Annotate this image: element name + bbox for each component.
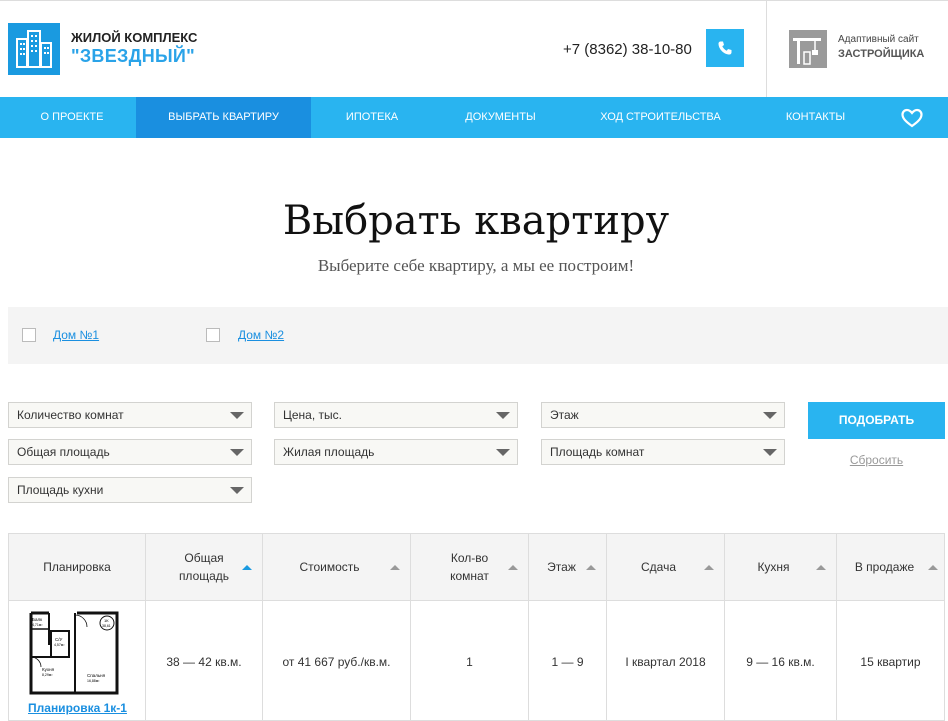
dropdown-arrow-icon bbox=[496, 449, 510, 456]
col-header-onsale-label: В продаже bbox=[854, 560, 915, 574]
dropdown-arrow-icon bbox=[230, 487, 244, 494]
house-2-checkbox[interactable] bbox=[206, 328, 220, 342]
col-header-floor[interactable]: Этаж bbox=[529, 534, 607, 600]
room-area-select-value: Площадь комнат bbox=[550, 445, 645, 459]
dropdown-arrow-icon bbox=[230, 412, 244, 419]
house-1-checkbox[interactable] bbox=[22, 328, 36, 342]
favorites-heart-icon[interactable] bbox=[900, 107, 924, 129]
nav-item-documents[interactable]: ДОКУМЕНТЫ bbox=[433, 97, 568, 138]
table-cell-area: 38 — 42 кв.м. bbox=[146, 600, 263, 721]
col-header-rooms[interactable]: Кол-во комнат bbox=[411, 534, 529, 600]
dropdown-arrow-icon bbox=[763, 449, 777, 456]
call-button[interactable] bbox=[706, 29, 744, 67]
sort-asc-icon bbox=[242, 565, 252, 570]
sort-icon bbox=[390, 565, 400, 570]
table-cell-rooms: 1 bbox=[411, 600, 529, 721]
reset-link[interactable]: Сбросить bbox=[808, 453, 945, 467]
sort-icon bbox=[816, 565, 826, 570]
col-header-area-line1: Общая bbox=[184, 551, 224, 565]
col-header-delivery-label: Сдача bbox=[640, 560, 676, 574]
search-button[interactable]: ПОДОБРАТЬ bbox=[808, 402, 945, 439]
col-header-floor-label: Этаж bbox=[547, 560, 576, 574]
sort-icon bbox=[586, 565, 596, 570]
total-area-select[interactable]: Общая площадь bbox=[8, 439, 252, 465]
room-area-select[interactable]: Площадь комнат bbox=[541, 439, 785, 465]
rooms-select-value: Количество комнат bbox=[17, 408, 124, 422]
col-header-delivery[interactable]: Сдача bbox=[607, 534, 725, 600]
site-header: ЖИЛОЙ КОМПЛЕКС "ЗВЕЗДНЫЙ" +7 (8362) 38-1… bbox=[0, 0, 948, 98]
main-nav: О ПРОЕКТЕ ВЫБРАТЬ КВАРТИРУ ИПОТЕКА ДОКУМ… bbox=[0, 97, 948, 138]
developer-line2: ЗАСТРОЙЩИКА bbox=[838, 48, 925, 60]
col-header-kitchen-label: Кухня bbox=[757, 560, 790, 574]
col-header-area-line2: площадь bbox=[178, 569, 230, 583]
col-header-plan[interactable]: Планировка bbox=[9, 534, 146, 600]
apartments-table: Планировка Общая площадь Стоимость Кол-во… bbox=[8, 533, 945, 721]
page-title: Выбрать квартиру bbox=[282, 198, 670, 244]
plan-link[interactable]: Планировка 1к-1 bbox=[9, 701, 146, 715]
table-cell-onsale: 15 квартир bbox=[837, 600, 944, 721]
kitchen-area-select-value: Площадь кухни bbox=[17, 483, 104, 497]
plan-label-bath: С/У bbox=[55, 637, 63, 642]
col-header-area[interactable]: Общая площадь bbox=[146, 534, 263, 600]
plan-label-badge-bottom: 38,61 bbox=[102, 624, 111, 628]
page-subtitle: Выберите себе квартиру, а мы ее построим… bbox=[317, 256, 635, 275]
logo-line1: ЖИЛОЙ КОМПЛЕКС bbox=[71, 30, 198, 45]
nav-item-contacts[interactable]: КОНТАКТЫ bbox=[753, 97, 878, 138]
plan-label-balcony-area: 4,71м² bbox=[32, 623, 43, 627]
table-row-plan-cell: Балк 4,71м² С/У 4,57м² 1К 38,61 Кухня 8,… bbox=[9, 600, 146, 721]
sort-icon bbox=[928, 565, 938, 570]
floor-plan-image[interactable]: Балк 4,71м² С/У 4,57м² 1К 38,61 Кухня 8,… bbox=[25, 609, 125, 697]
logo-icon[interactable] bbox=[8, 23, 60, 75]
price-select-value: Цена, тыс. bbox=[283, 408, 342, 422]
house-filter: Дом №1 Дом №2 bbox=[8, 307, 948, 364]
rooms-select[interactable]: Количество комнат bbox=[8, 402, 252, 428]
col-header-rooms-line1: Кол-во bbox=[450, 551, 489, 565]
col-header-price[interactable]: Стоимость bbox=[263, 534, 411, 600]
dropdown-arrow-icon bbox=[496, 412, 510, 419]
col-header-kitchen[interactable]: Кухня bbox=[725, 534, 837, 600]
col-header-price-label: Стоимость bbox=[299, 560, 360, 574]
sort-icon bbox=[704, 565, 714, 570]
plan-label-kitchen-area: 8,29м² bbox=[42, 673, 53, 677]
phone-icon bbox=[718, 41, 732, 55]
kitchen-area-select[interactable]: Площадь кухни bbox=[8, 477, 252, 503]
plan-label-balcony: Балк bbox=[32, 617, 42, 622]
table-cell-price: от 41 667 руб./кв.м. bbox=[263, 600, 411, 721]
nav-item-mortgage[interactable]: ИПОТЕКА bbox=[311, 97, 433, 138]
table-cell-delivery: I квартал 2018 bbox=[607, 600, 725, 721]
phone-number[interactable]: +7 (8362) 38-10-80 bbox=[563, 41, 692, 58]
plan-label-bedroom-area: 16,88м² bbox=[87, 679, 100, 683]
living-area-select-value: Жилая площадь bbox=[283, 445, 375, 459]
col-header-rooms-line2: комнат bbox=[450, 569, 489, 583]
house-2-label[interactable]: Дом №2 bbox=[238, 328, 284, 342]
dropdown-arrow-icon bbox=[230, 449, 244, 456]
col-header-rooms-label: Кол-во комнат bbox=[450, 549, 489, 585]
nav-item-construction[interactable]: ХОД СТРОИТЕЛЬСТВА bbox=[568, 97, 753, 138]
total-area-select-value: Общая площадь bbox=[17, 445, 110, 459]
nav-item-about[interactable]: О ПРОЕКТЕ bbox=[8, 97, 136, 138]
living-area-select[interactable]: Жилая площадь bbox=[274, 439, 518, 465]
floor-select[interactable]: Этаж bbox=[541, 402, 785, 428]
plan-label-kitchen: Кухня bbox=[42, 667, 55, 672]
house-1-label[interactable]: Дом №1 bbox=[53, 328, 99, 342]
table-cell-floor: 1 — 9 bbox=[529, 600, 607, 721]
crane-icon bbox=[789, 30, 827, 68]
developer-line1: Адаптивный сайт bbox=[838, 34, 919, 45]
plan-label-badge-top: 1К bbox=[104, 618, 109, 623]
table-cell-kitchen: 9 — 16 кв.м. bbox=[725, 600, 837, 721]
floor-select-value: Этаж bbox=[550, 408, 579, 422]
dropdown-arrow-icon bbox=[763, 412, 777, 419]
col-header-area-label: Общая площадь bbox=[179, 549, 229, 585]
col-header-onsale[interactable]: В продаже bbox=[837, 534, 944, 600]
plan-label-bedroom: Спальня bbox=[87, 673, 106, 678]
col-header-plan-label: Планировка bbox=[43, 560, 111, 574]
developer-badge[interactable]: Адаптивный сайт ЗАСТРОЙЩИКА bbox=[766, 1, 948, 98]
nav-item-choose-apartment[interactable]: ВЫБРАТЬ КВАРТИРУ bbox=[136, 97, 311, 138]
logo-line2: "ЗВЕЗДНЫЙ" bbox=[71, 46, 196, 66]
sort-icon bbox=[508, 565, 518, 570]
price-select[interactable]: Цена, тыс. bbox=[274, 402, 518, 428]
plan-label-bath-area: 4,57м² bbox=[54, 643, 65, 647]
